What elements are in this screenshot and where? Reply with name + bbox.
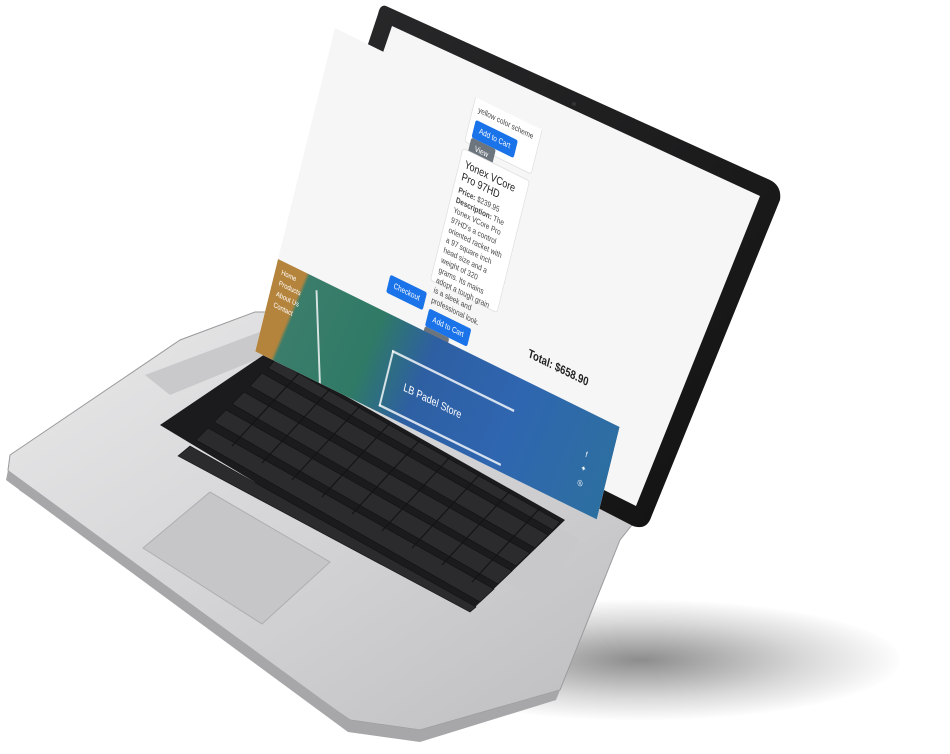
court-line [391, 349, 515, 413]
laptop-mockup: yellow color scheme Add to Cart View Yon… [0, 0, 950, 754]
description-text: The Yonex VCore Pro 97HD's a control ori… [430, 205, 505, 328]
instagram-icon[interactable]: ◎ [576, 478, 583, 489]
cart-total: Total: $658.90 [526, 346, 590, 390]
twitter-icon[interactable]: ✦ [580, 464, 587, 475]
store-name: LB Padel Store [402, 380, 463, 421]
checkout-button[interactable]: Checkout [386, 274, 428, 311]
product-description: Description: The Yonex VCore Pro 97HD's … [430, 195, 513, 333]
facebook-icon[interactable]: f [584, 450, 588, 459]
court-line [378, 349, 395, 407]
product-card: Yonex VCore Pro 97HD Price: $239.95 Desc… [420, 147, 530, 356]
